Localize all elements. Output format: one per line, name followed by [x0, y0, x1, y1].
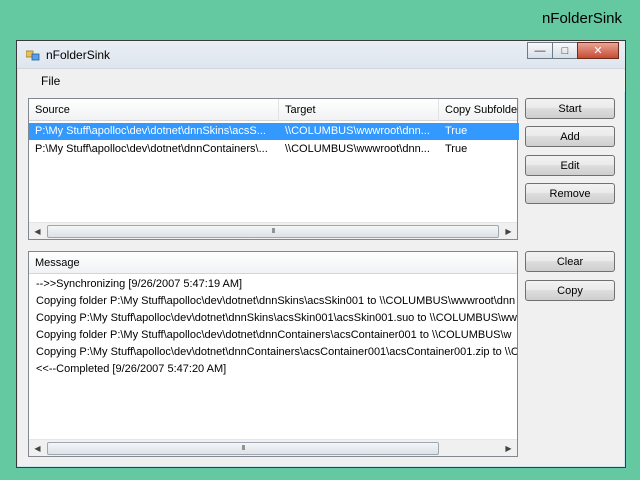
- start-button[interactable]: Start: [525, 98, 615, 119]
- message-list[interactable]: Message -->>Synchronizing [9/26/2007 5:4…: [28, 251, 518, 457]
- folder-grid[interactable]: Source Target Copy Subfolders P:\My Stuf…: [28, 98, 519, 240]
- message-lines: -->>Synchronizing [9/26/2007 5:47:19 AM]…: [29, 275, 517, 377]
- scroll-right-icon[interactable]: ▶: [500, 223, 517, 240]
- app-folder-icon: [26, 50, 40, 61]
- window-title: nFolderSink: [46, 48, 111, 62]
- message-line: -->>Synchronizing [9/26/2007 5:47:19 AM]: [36, 278, 243, 290]
- close-button[interactable]: ✕: [577, 42, 619, 59]
- message-line: Copying P:\My Stuff\apolloc\dev\dotnet\d…: [36, 312, 517, 324]
- column-header-copy-subfolders[interactable]: Copy Subfolders: [439, 99, 519, 121]
- column-header-target[interactable]: Target: [279, 99, 439, 121]
- edit-button[interactable]: Edit: [525, 155, 615, 176]
- scroll-thumb[interactable]: III: [47, 225, 499, 238]
- menu-file[interactable]: File: [41, 74, 60, 88]
- column-header-message[interactable]: Message: [29, 252, 519, 274]
- main-window: nFolderSink — □ ✕ File Source Target Cop…: [16, 40, 626, 468]
- message-line: Copying P:\My Stuff\apolloc\dev\dotnet\d…: [36, 346, 517, 358]
- clear-button[interactable]: Clear: [525, 251, 615, 272]
- scroll-right-icon[interactable]: ▶: [500, 440, 517, 457]
- desktop-caption: nFolderSink: [541, 10, 622, 27]
- title-bar[interactable]: nFolderSink — □ ✕: [17, 41, 625, 69]
- cell-target: \\COLUMBUS\wwwroot\dnn...: [279, 123, 439, 140]
- message-line: <<--Completed [9/26/2007 5:47:20 AM]: [36, 363, 227, 375]
- cell-source: P:\My Stuff\apolloc\dev\dotnet\dnnSkins\…: [29, 123, 279, 140]
- minimize-button[interactable]: —: [527, 42, 553, 59]
- cell-copy-subfolders: True: [439, 123, 519, 140]
- scroll-thumb[interactable]: III: [47, 442, 439, 455]
- grid-horizontal-scrollbar[interactable]: ◀ III ▶: [29, 222, 517, 239]
- scroll-left-icon[interactable]: ◀: [29, 440, 46, 457]
- grid-header: Source Target Copy Subfolders: [29, 99, 519, 121]
- grid-row[interactable]: P:\My Stuff\apolloc\dev\dotnet\dnnSkins\…: [29, 123, 519, 140]
- add-button[interactable]: Add: [525, 126, 615, 147]
- message-header: Message: [29, 252, 517, 274]
- column-header-source[interactable]: Source: [29, 99, 279, 121]
- message-horizontal-scrollbar[interactable]: ◀ III ▶: [29, 439, 517, 456]
- cell-source: P:\My Stuff\apolloc\dev\dotnet\dnnContai…: [35, 143, 268, 155]
- copy-button[interactable]: Copy: [525, 280, 615, 301]
- scroll-left-icon[interactable]: ◀: [29, 223, 46, 240]
- cell-copy-subfolders: True: [445, 143, 468, 155]
- message-line: Copying folder P:\My Stuff\apolloc\dev\d…: [36, 295, 516, 307]
- cell-target: \\COLUMBUS\wwwroot\dnn...: [285, 143, 430, 155]
- remove-button[interactable]: Remove: [525, 183, 615, 204]
- maximize-button[interactable]: □: [552, 42, 578, 59]
- message-line: Copying folder P:\My Stuff\apolloc\dev\d…: [36, 329, 512, 341]
- menu-bar: File: [18, 70, 625, 92]
- grid-row[interactable]: P:\My Stuff\apolloc\dev\dotnet\dnnContai…: [29, 141, 517, 158]
